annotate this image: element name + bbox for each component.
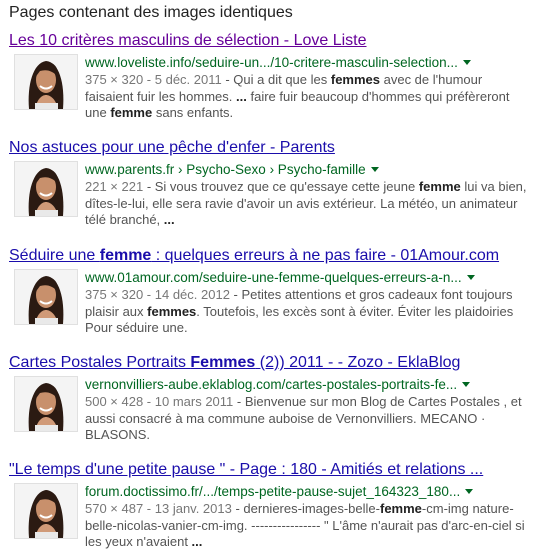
- result-title-text: Séduire une: [9, 247, 100, 264]
- result-title-link[interactable]: Nos astuces pour une pêche d'enfer - Par…: [9, 138, 534, 158]
- snippet-ellipsis: ...: [236, 88, 247, 104]
- snippet-text: - Qui a dit que les: [221, 72, 331, 87]
- result-meta: 570 × 487 - 13 janv. 2013: [85, 501, 232, 516]
- search-result: "Le temps d'une petite pause " - Page : …: [9, 460, 534, 551]
- snippet-text: - Si vous trouvez que ce qu'essaye cette…: [143, 179, 419, 194]
- dropdown-arrow-icon[interactable]: [370, 166, 379, 172]
- search-result: Cartes Postales Portraits Femmes (2)) 20…: [9, 353, 534, 444]
- result-snippet: 500 × 428 - 10 mars 2011 - Bienvenue sur…: [85, 394, 534, 444]
- result-title-link[interactable]: Cartes Postales Portraits Femmes (2)) 20…: [9, 353, 534, 373]
- result-snippet: 375 × 320 - 14 déc. 2012 - Petites atten…: [85, 287, 534, 337]
- result-snippet: 570 × 487 - 13 janv. 2013 - dernieres-im…: [85, 501, 534, 551]
- woman-portrait-thumbnail-icon: [15, 55, 77, 109]
- snippet-text: - dernieres-images-belle-: [231, 501, 380, 516]
- snippet-highlight: femme: [418, 179, 461, 194]
- result-title-link[interactable]: Les 10 critères masculins de sélection -…: [9, 31, 534, 51]
- result-snippet: 375 × 320 - 5 déc. 2011 - Qui a dit que …: [85, 72, 534, 122]
- search-result: Nos astuces pour une pêche d'enfer - Par…: [9, 138, 534, 229]
- woman-portrait-thumbnail-icon: [15, 484, 77, 538]
- snippet-text: sans enfants.: [152, 105, 234, 120]
- result-title-highlight: Femmes: [190, 354, 256, 371]
- snippet-highlight: femme: [379, 501, 422, 516]
- search-result: Les 10 critères masculins de sélection -…: [9, 31, 534, 122]
- result-thumbnail[interactable]: [14, 376, 78, 432]
- result-meta: 375 × 320 - 5 déc. 2011: [85, 72, 222, 87]
- snippet-highlight: femmes: [330, 72, 380, 87]
- result-title-text: Nos astuces pour une pêche d'enfer - Par…: [9, 139, 335, 156]
- dropdown-arrow-icon[interactable]: [462, 59, 471, 65]
- result-thumbnail[interactable]: [14, 483, 78, 539]
- result-meta: 221 × 221: [85, 179, 144, 194]
- woman-portrait-thumbnail-icon: [15, 162, 77, 216]
- snippet-highlight: femmes: [147, 303, 197, 319]
- result-thumbnail[interactable]: [14, 54, 78, 110]
- result-title-highlight: femme: [99, 247, 152, 264]
- result-title-link[interactable]: Séduire une femme : quelques erreurs à n…: [9, 246, 534, 266]
- result-url[interactable]: forum.doctissimo.fr/.../temps-petite-pau…: [85, 484, 460, 499]
- woman-portrait-thumbnail-icon: [15, 270, 77, 324]
- search-result: Séduire une femme : quelques erreurs à n…: [9, 246, 534, 337]
- dropdown-arrow-icon[interactable]: [462, 381, 471, 387]
- page-title: Pages contenant des images identiques: [9, 4, 293, 21]
- result-url[interactable]: www.01amour.com/seduire-une-femme-quelqu…: [85, 270, 462, 285]
- snippet-ellipsis: ...: [191, 534, 203, 549]
- result-title-text: Les 10 critères masculins de sélection -…: [9, 32, 367, 49]
- woman-portrait-thumbnail-icon: [15, 377, 77, 431]
- snippet-highlight: femme: [110, 105, 153, 120]
- result-title-text: Cartes Postales Portraits: [9, 354, 191, 371]
- result-meta: 375 × 320 - 14 déc. 2012: [85, 287, 230, 302]
- result-title-text: : quelques erreurs à ne pas faire - 01Am…: [151, 247, 500, 264]
- result-title-text: "Le temps d'une petite pause " - Page : …: [9, 461, 484, 478]
- result-snippet: 221 × 221 - Si vous trouvez que ce qu'es…: [85, 179, 534, 229]
- result-thumbnail[interactable]: [14, 161, 78, 217]
- dropdown-arrow-icon[interactable]: [466, 274, 475, 280]
- result-thumbnail[interactable]: [14, 269, 78, 325]
- result-title-link[interactable]: "Le temps d'une petite pause " - Page : …: [9, 460, 534, 480]
- dropdown-arrow-icon[interactable]: [465, 488, 474, 494]
- snippet-ellipsis: ...: [163, 212, 175, 227]
- result-title-text: (2)) 2011 - - Zozo - EklaBlog: [255, 354, 461, 371]
- result-url[interactable]: www.parents.fr › Psycho-Sexo › Psycho-fa…: [85, 162, 366, 177]
- result-meta: 500 × 428 - 10 mars 2011: [85, 394, 234, 409]
- result-url[interactable]: www.loveliste.info/seduire-un.../10-crit…: [85, 55, 458, 70]
- result-url[interactable]: vernonvilliers-aube.eklablog.com/cartes-…: [85, 377, 457, 392]
